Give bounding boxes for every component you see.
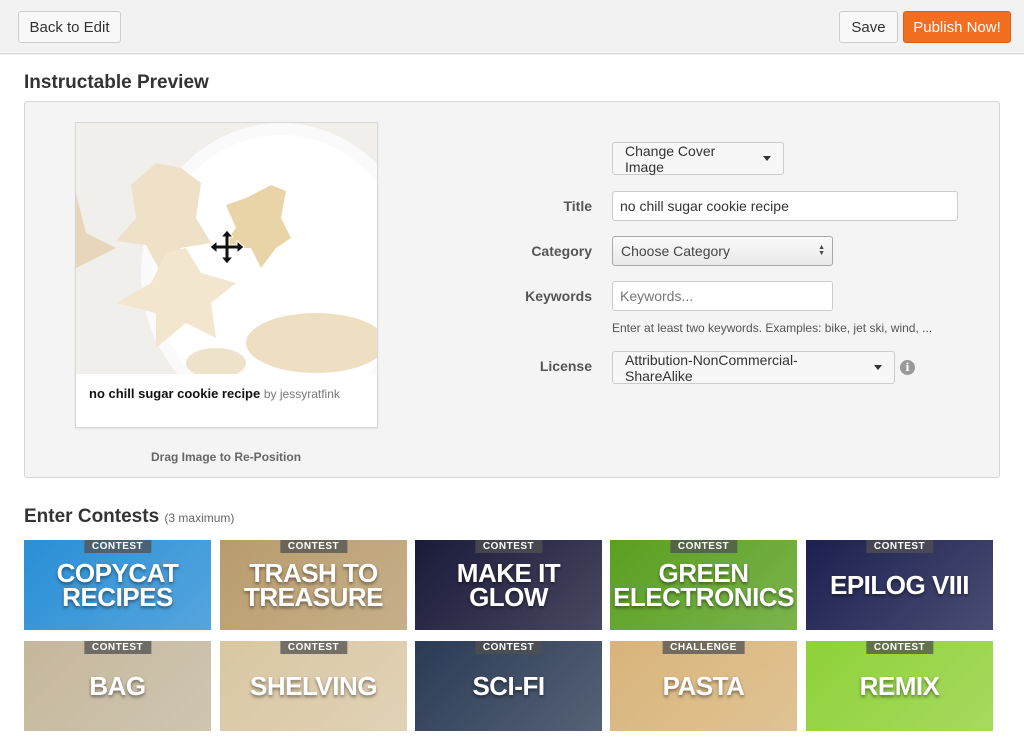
contest-tile[interactable]: CHALLENGE PASTA <box>610 641 797 731</box>
preview-heading: Instructable Preview <box>24 72 209 93</box>
contest-tag: CONTEST <box>474 540 543 553</box>
contest-name: PASTA <box>662 671 745 701</box>
contest-tag: CONTEST <box>279 641 348 654</box>
publish-now-button[interactable]: Publish Now! <box>903 11 1011 43</box>
change-cover-image-button[interactable]: Change Cover Image <box>612 142 784 175</box>
contest-tile[interactable]: CONTEST TRASH TO TREASURE <box>220 540 407 630</box>
contest-tag: CONTEST <box>83 641 152 654</box>
preview-panel: no chill sugar cookie recipe by jessyrat… <box>24 101 1000 478</box>
main-content: Instructable Preview no chill sugar cook… <box>0 55 1024 739</box>
contest-name: SCI-FI <box>472 671 545 701</box>
contest-tile[interactable]: CONTEST EPILOG VIII <box>806 540 993 630</box>
contest-tag: CONTEST <box>865 540 934 553</box>
category-label: Category <box>531 243 592 259</box>
contest-tile[interactable]: CONTEST MAKE IT GLOW <box>415 540 602 630</box>
contest-name: GREEN ELECTRONICS <box>613 558 794 612</box>
caret-down-icon <box>874 365 882 370</box>
keywords-label: Keywords <box>525 288 592 304</box>
contest-tag: CONTEST <box>865 641 934 654</box>
cover-card: no chill sugar cookie recipe by jessyrat… <box>75 122 378 428</box>
contests-limit: (3 maximum) <box>164 511 235 525</box>
contest-tag: CONTEST <box>474 641 543 654</box>
category-value: Choose Category <box>621 243 730 259</box>
drag-hint: Drag Image to Re-Position <box>151 450 302 464</box>
contest-tag: CONTEST <box>83 540 152 553</box>
license-label: License <box>539 358 592 374</box>
save-button[interactable]: Save <box>839 11 898 43</box>
keywords-field[interactable] <box>612 281 833 311</box>
select-arrows-icon: ▲ ▼ <box>818 244 825 257</box>
caret-down-icon <box>763 156 771 161</box>
card-author: by jessyratfink <box>263 387 340 401</box>
contest-name: MAKE IT GLOW <box>456 558 561 612</box>
contest-tag: CONTEST <box>669 540 738 553</box>
contest-name: SHELVING <box>250 671 377 701</box>
top-toolbar: Back to Edit Save Publish Now! <box>0 0 1024 54</box>
keywords-hint: Enter at least two keywords. Examples: b… <box>612 321 933 335</box>
contest-tile[interactable]: CONTEST SHELVING <box>220 641 407 731</box>
contest-tag: CONTEST <box>279 540 348 553</box>
contest-tile[interactable]: CONTEST GREEN ELECTRONICS <box>610 540 797 630</box>
contest-tile[interactable]: CONTEST SCI-FI <box>415 641 602 731</box>
contest-name: REMIX <box>859 671 940 701</box>
category-select[interactable]: Choose Category ▲ ▼ <box>612 236 833 266</box>
contest-name: EPILOG VIII <box>830 570 969 600</box>
info-icon[interactable]: i <box>900 360 915 375</box>
contest-name: TRASH TO TREASURE <box>243 558 384 612</box>
contest-name: COPYCAT RECIPES <box>56 558 179 612</box>
contest-tile[interactable]: CONTEST COPYCAT RECIPES <box>24 540 211 630</box>
back-to-edit-button[interactable]: Back to Edit <box>18 11 121 43</box>
card-title: no chill sugar cookie recipe <box>89 386 261 401</box>
change-cover-label: Change Cover Image <box>625 142 716 175</box>
title-field[interactable] <box>612 191 958 221</box>
contests-heading: Enter Contests (3 maximum) <box>24 506 234 528</box>
title-label: Title <box>563 198 592 214</box>
cover-image[interactable] <box>76 123 377 374</box>
contest-name: BAG <box>89 671 146 701</box>
contest-tile[interactable]: CONTEST REMIX <box>806 641 993 731</box>
cover-caption: no chill sugar cookie recipe by jessyrat… <box>89 386 340 401</box>
move-arrows-icon[interactable] <box>209 229 245 270</box>
license-dropdown[interactable]: Attribution-NonCommercial-ShareAlike <box>612 351 895 384</box>
license-value: Attribution-NonCommercial-ShareAlike <box>625 351 798 384</box>
contest-tag: CHALLENGE <box>662 641 745 654</box>
contests-title: Enter Contests <box>24 506 160 527</box>
contest-tile[interactable]: CONTEST BAG <box>24 641 211 731</box>
